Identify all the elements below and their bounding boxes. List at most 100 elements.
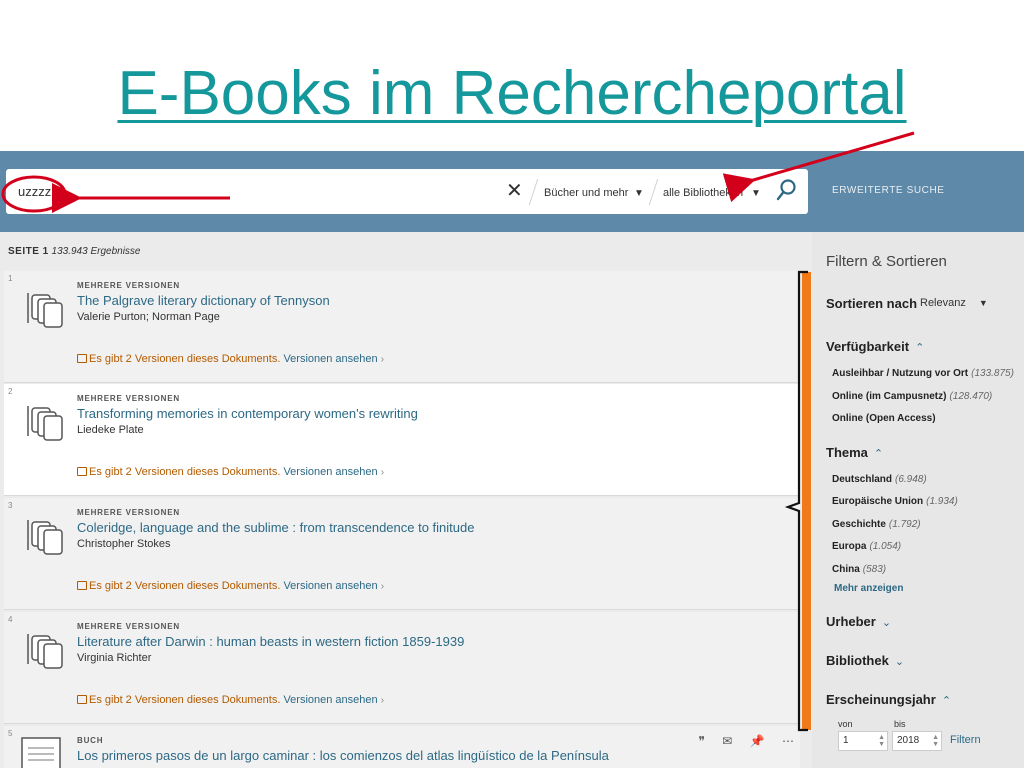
facet-count: (128.470) bbox=[949, 391, 993, 402]
sidebar-title: Filtern & Sortieren bbox=[826, 253, 947, 270]
facet-item[interactable]: Online (Open Access) bbox=[832, 413, 939, 424]
facet-item[interactable]: China (583) bbox=[832, 564, 886, 575]
result-item[interactable]: 2 MEHRERE VERSIONEN Transforming memorie… bbox=[4, 384, 800, 496]
facet-item[interactable]: Geschichte (1.792) bbox=[832, 519, 921, 530]
result-title[interactable]: Coleridge, language and the sublime : fr… bbox=[77, 520, 474, 535]
result-item[interactable]: 1 MEHRERE VERSIONEN The Palgrave literar… bbox=[4, 271, 800, 383]
pin-icon[interactable]: 📌 bbox=[750, 734, 765, 748]
more-icon[interactable]: ⋯ bbox=[782, 734, 794, 748]
versions-text: Es gibt 2 Versionen dieses Dokuments. bbox=[89, 353, 281, 365]
show-more-link[interactable]: Mehr anzeigen bbox=[834, 583, 903, 594]
results-header: SEITE 1 133.943 Ergebnisse bbox=[8, 246, 141, 257]
filter-button[interactable]: Filtern bbox=[950, 734, 981, 746]
facet-item[interactable]: Europa (1.054) bbox=[832, 541, 901, 552]
year-label: Erscheinungsjahr bbox=[826, 692, 936, 707]
facet-count: (1.792) bbox=[888, 519, 921, 530]
result-title[interactable]: Transforming memories in contemporary wo… bbox=[77, 406, 418, 421]
result-item[interactable]: 5 BUCH Los primeros pasos de un largo ca… bbox=[4, 726, 800, 768]
result-title[interactable]: The Palgrave literary dictionary of Tenn… bbox=[77, 293, 330, 308]
filter-sidebar: Filtern & Sortieren Sortieren nach Relev… bbox=[812, 232, 1024, 768]
chevron-right-icon[interactable]: › bbox=[381, 695, 384, 706]
year-heading[interactable]: Erscheinungsjahr ⌃ bbox=[826, 692, 951, 707]
caret-down-icon[interactable]: ▼ bbox=[751, 188, 761, 199]
stepper-icon[interactable]: ▲ ▼ bbox=[932, 734, 939, 748]
facet-label: Geschichte bbox=[832, 519, 886, 530]
facet-label: Ausleihbar / Nutzung vor Ort bbox=[832, 368, 969, 379]
result-author: Christopher Stokes bbox=[77, 538, 171, 550]
result-number: 4 bbox=[8, 615, 13, 624]
chevron-right-icon[interactable]: › bbox=[381, 467, 384, 478]
versions-info: Es gibt 2 Versionen dieses Dokuments. Ve… bbox=[77, 580, 384, 592]
view-versions-link[interactable]: Versionen ansehen bbox=[283, 694, 377, 706]
caret-down-icon: ▼ bbox=[978, 298, 988, 308]
chevron-right-icon[interactable]: › bbox=[381, 354, 384, 365]
search-box[interactable]: uzzzz ✕ Bücher und mehr ▼ alle Bibliothe… bbox=[6, 169, 808, 214]
search-input[interactable]: uzzzz bbox=[18, 184, 51, 199]
multiple-versions-icon bbox=[27, 406, 63, 441]
caret-down-icon[interactable]: ▼ bbox=[634, 188, 644, 199]
chevron-down-icon[interactable]: ⌄ bbox=[895, 656, 904, 668]
facet-label: Europäische Union bbox=[832, 496, 924, 507]
result-type: MEHRERE VERSIONEN bbox=[77, 622, 180, 631]
facet-item[interactable]: Europäische Union (1.934) bbox=[832, 496, 958, 507]
quote-icon[interactable]: ❞ bbox=[698, 734, 704, 748]
year-from-value: 1 bbox=[843, 735, 849, 746]
slide-title: E-Books im Rechercheportal bbox=[117, 59, 907, 128]
result-actions: ❞ ✉ 📌 ⋯ bbox=[684, 734, 794, 748]
versions-icon bbox=[77, 354, 87, 363]
advanced-search-link[interactable]: ERWEITERTE SUCHE bbox=[832, 185, 945, 196]
chevron-up-icon[interactable]: ⌃ bbox=[874, 448, 883, 460]
result-author: Liedeke Plate bbox=[77, 424, 144, 436]
year-to-value: 2018 bbox=[897, 735, 920, 746]
divider bbox=[648, 179, 659, 205]
view-versions-link[interactable]: Versionen ansehen bbox=[283, 580, 377, 592]
view-versions-link[interactable]: Versionen ansehen bbox=[283, 353, 377, 365]
year-from-input[interactable]: 1 ▲ ▼ bbox=[838, 731, 888, 751]
facet-count: (583) bbox=[862, 564, 887, 575]
chevron-right-icon[interactable]: › bbox=[381, 581, 384, 592]
view-versions-link[interactable]: Versionen ansehen bbox=[283, 466, 377, 478]
result-type: MEHRERE VERSIONEN bbox=[77, 508, 180, 517]
result-title[interactable]: Literature after Darwin : human beasts i… bbox=[77, 634, 464, 649]
portal-screenshot: uzzzz ✕ Bücher und mehr ▼ alle Bibliothe… bbox=[0, 151, 1024, 768]
facet-label: Online (Open Access) bbox=[832, 413, 936, 424]
versions-text: Es gibt 2 Versionen dieses Dokuments. bbox=[89, 694, 281, 706]
stepper-icon[interactable]: ▲ ▼ bbox=[878, 734, 885, 748]
result-author: Virginia Richter bbox=[77, 652, 152, 664]
topic-heading[interactable]: Thema ⌃ bbox=[826, 445, 883, 460]
facet-count: (1.934) bbox=[926, 496, 958, 507]
chevron-down-icon[interactable]: ⌄ bbox=[882, 617, 891, 629]
library-label: Bibliothek bbox=[826, 653, 889, 668]
library-heading[interactable]: Bibliothek ⌄ bbox=[826, 653, 904, 668]
result-item[interactable]: 4 MEHRERE VERSIONEN Literature after Dar… bbox=[4, 612, 800, 724]
multiple-versions-icon bbox=[27, 520, 63, 555]
chevron-up-icon[interactable]: ⌃ bbox=[915, 342, 924, 354]
close-icon[interactable]: ✕ bbox=[506, 181, 523, 201]
result-item[interactable]: 3 MEHRERE VERSIONEN Coleridge, language … bbox=[4, 498, 800, 610]
book-icon bbox=[21, 737, 61, 768]
facet-item[interactable]: Ausleihbar / Nutzung vor Ort (133.875) bbox=[832, 368, 1014, 379]
sort-value: Relevanz bbox=[920, 297, 966, 309]
result-author: Valerie Purton; Norman Page bbox=[77, 311, 220, 323]
sort-select[interactable]: Relevanz ▼ bbox=[920, 297, 988, 309]
year-to-input[interactable]: 2018 ▲ ▼ bbox=[892, 731, 942, 751]
facet-label: China bbox=[832, 564, 860, 575]
search-icon[interactable] bbox=[776, 178, 798, 202]
facet-label: Online (im Campusnetz) bbox=[832, 391, 947, 402]
facet-item[interactable]: Deutschland (6.948) bbox=[832, 474, 927, 485]
creator-heading[interactable]: Urheber ⌄ bbox=[826, 614, 891, 629]
versions-info: Es gibt 2 Versionen dieses Dokuments. Ve… bbox=[77, 353, 384, 365]
result-number: 2 bbox=[8, 387, 13, 396]
chevron-up-icon[interactable]: ⌃ bbox=[942, 695, 951, 707]
result-count: 133.943 Ergebnisse bbox=[51, 246, 141, 257]
result-type: MEHRERE VERSIONEN bbox=[77, 281, 180, 290]
facet-item[interactable]: Online (im Campusnetz) (128.470) bbox=[832, 391, 992, 402]
versions-icon bbox=[77, 581, 87, 590]
multiple-versions-icon bbox=[27, 293, 63, 328]
mail-icon[interactable]: ✉ bbox=[722, 734, 732, 748]
versions-icon bbox=[77, 467, 87, 476]
library-select[interactable]: alle Bibliotheken bbox=[663, 187, 743, 199]
result-title[interactable]: Los primeros pasos de un largo caminar :… bbox=[77, 748, 609, 763]
availability-heading[interactable]: Verfügbarkeit ⌃ bbox=[826, 339, 924, 354]
scope-select[interactable]: Bücher und mehr bbox=[544, 187, 628, 199]
